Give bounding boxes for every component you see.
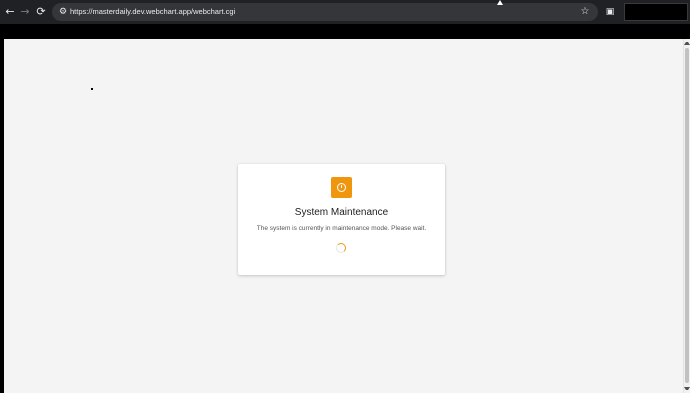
back-button[interactable]: ←: [2, 4, 18, 20]
vertical-scrollbar[interactable]: [683, 39, 690, 393]
address-bar[interactable]: ⚙ https://masterdaily.dev.webchart.app/w…: [52, 3, 598, 21]
reload-button[interactable]: ⟳: [33, 4, 49, 20]
star-icon[interactable]: ☆: [578, 5, 592, 19]
scroll-thumb[interactable]: [685, 48, 689, 383]
cast-icon[interactable]: ▣: [603, 5, 617, 19]
forward-button[interactable]: →: [17, 4, 33, 20]
scroll-down-icon[interactable]: [684, 387, 690, 390]
profile-area[interactable]: [624, 3, 688, 21]
scroll-up-icon[interactable]: [684, 42, 690, 45]
page-viewport: System Maintenance The system is current…: [4, 39, 683, 393]
browser-toolbar: ← → ⟳ ⚙ https://masterdaily.dev.webchart…: [0, 0, 690, 24]
maintenance-icon: [331, 177, 352, 198]
url-text[interactable]: https://masterdaily.dev.webchart.app/web…: [70, 3, 235, 21]
dialog-title: System Maintenance: [294, 207, 389, 218]
stray-dot: [91, 88, 93, 90]
mouse-cursor-icon: [497, 0, 503, 5]
dialog-message: The system is currently in maintenance m…: [256, 225, 427, 232]
bookmark-bar: [0, 24, 690, 39]
clock-icon: [337, 183, 346, 192]
loading-spinner-icon: [336, 243, 346, 253]
maintenance-dialog: System Maintenance The system is current…: [238, 164, 445, 275]
site-info-icon[interactable]: ⚙: [56, 5, 70, 19]
